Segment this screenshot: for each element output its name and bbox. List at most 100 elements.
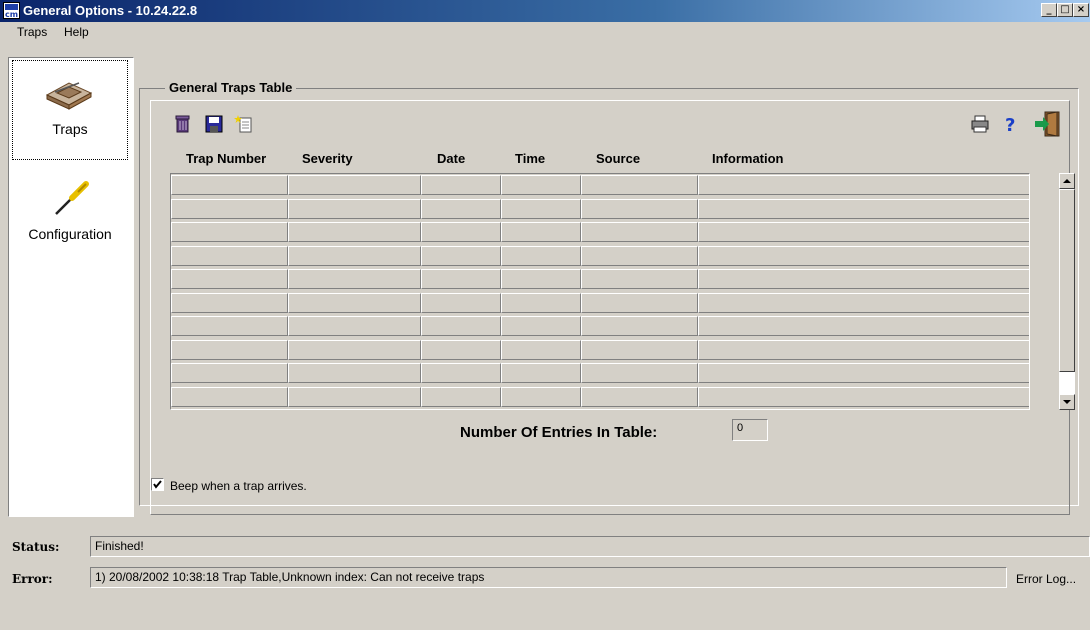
- scroll-down-button[interactable]: [1059, 394, 1075, 410]
- table-cell[interactable]: [171, 198, 288, 219]
- table-cell[interactable]: [698, 292, 1029, 313]
- sidebar-item-configuration[interactable]: Configuration: [12, 166, 128, 266]
- table-cell[interactable]: [171, 175, 288, 195]
- table-cell[interactable]: [501, 245, 581, 266]
- table-cell[interactable]: [581, 222, 698, 242]
- table-cell[interactable]: [581, 316, 698, 336]
- error-log-button[interactable]: Error Log...: [1016, 572, 1076, 586]
- table-cell[interactable]: [501, 363, 581, 383]
- table-cell[interactable]: [698, 222, 1029, 242]
- sidebar-item-label: Traps: [52, 121, 88, 137]
- table-cell[interactable]: [501, 292, 581, 313]
- table-cell[interactable]: [698, 339, 1029, 360]
- table-cell[interactable]: [698, 175, 1029, 195]
- table-scrollbar[interactable]: [1058, 173, 1075, 410]
- table-cell[interactable]: [698, 386, 1029, 407]
- table-cell[interactable]: [501, 269, 581, 289]
- column-header-severity[interactable]: Severity: [302, 151, 353, 166]
- table-cell[interactable]: [581, 269, 698, 289]
- table-cell[interactable]: [288, 245, 421, 266]
- table-cell[interactable]: [698, 198, 1029, 219]
- table-cell[interactable]: [288, 175, 421, 195]
- sidebar-item-label: Configuration: [28, 226, 112, 242]
- entries-count-label: Number Of Entries In Table:: [460, 424, 658, 441]
- column-header-trap-number[interactable]: Trap Number: [186, 151, 266, 166]
- table-cell[interactable]: [581, 339, 698, 360]
- table-cell[interactable]: [501, 175, 581, 195]
- column-header-time[interactable]: Time: [515, 151, 545, 166]
- sidebar: Traps Configuration: [8, 57, 134, 517]
- group-title: General Traps Table: [165, 80, 297, 95]
- new-document-icon[interactable]: [234, 113, 256, 135]
- table-cell[interactable]: [421, 175, 501, 195]
- column-header-date[interactable]: Date: [437, 151, 465, 166]
- menu-traps[interactable]: Traps: [17, 25, 47, 39]
- save-icon[interactable]: [203, 113, 225, 135]
- column-header-information[interactable]: Information: [712, 151, 784, 166]
- table-cell[interactable]: [171, 339, 288, 360]
- trap-icon: [45, 82, 93, 110]
- table-cell[interactable]: [288, 198, 421, 219]
- table-cell[interactable]: [171, 269, 288, 289]
- table-cell[interactable]: [501, 386, 581, 407]
- table-cell[interactable]: [581, 245, 698, 266]
- table-cell[interactable]: [581, 175, 698, 195]
- help-icon[interactable]: ?: [1000, 113, 1022, 135]
- print-icon[interactable]: [969, 113, 991, 135]
- scroll-thumb[interactable]: [1059, 189, 1075, 372]
- table-cell[interactable]: [698, 316, 1029, 336]
- table-cell[interactable]: [421, 363, 501, 383]
- checkmark-icon: [153, 480, 162, 489]
- table-cell[interactable]: [171, 292, 288, 313]
- table-cell[interactable]: [288, 222, 421, 242]
- table-cell[interactable]: [421, 292, 501, 313]
- arrow-up-icon: [1063, 179, 1071, 183]
- table-cell[interactable]: [171, 222, 288, 242]
- table-cell[interactable]: [288, 363, 421, 383]
- table-cell[interactable]: [421, 339, 501, 360]
- table-cell[interactable]: [698, 269, 1029, 289]
- table-cell[interactable]: [288, 292, 421, 313]
- table-cell[interactable]: [581, 363, 698, 383]
- table-cell[interactable]: [581, 292, 698, 313]
- entries-count-field: 0: [732, 419, 768, 441]
- column-header-source[interactable]: Source: [596, 151, 640, 166]
- table-cell[interactable]: [171, 363, 288, 383]
- table-cell[interactable]: [171, 316, 288, 336]
- close-button[interactable]: ×: [1073, 3, 1089, 17]
- table-cell[interactable]: [171, 386, 288, 407]
- table-cell[interactable]: [421, 269, 501, 289]
- table-cell[interactable]: [501, 339, 581, 360]
- table-cell[interactable]: [288, 316, 421, 336]
- menu-help[interactable]: Help: [64, 25, 89, 39]
- table-cell[interactable]: [421, 386, 501, 407]
- table-cell[interactable]: [288, 269, 421, 289]
- sidebar-item-traps[interactable]: Traps: [12, 60, 128, 160]
- table-cell[interactable]: [501, 222, 581, 242]
- table-cell[interactable]: [288, 386, 421, 407]
- screwdriver-icon: [55, 181, 89, 215]
- table-cell[interactable]: [421, 222, 501, 242]
- traps-table[interactable]: [170, 173, 1030, 410]
- table-cell[interactable]: [501, 316, 581, 336]
- table-cell[interactable]: [288, 339, 421, 360]
- table-cell[interactable]: [698, 363, 1029, 383]
- status-field: Finished!: [90, 536, 1090, 557]
- table-cell[interactable]: [171, 245, 288, 266]
- table-cell[interactable]: [581, 386, 698, 407]
- beep-checkbox-label[interactable]: Beep when a trap arrives.: [170, 479, 307, 493]
- arrow-down-icon: [1063, 400, 1071, 404]
- table-cell[interactable]: [421, 316, 501, 336]
- beep-checkbox[interactable]: [151, 478, 164, 491]
- table-cell[interactable]: [421, 198, 501, 219]
- table-cell[interactable]: [501, 198, 581, 219]
- table-cell[interactable]: [581, 198, 698, 219]
- table-cell[interactable]: [421, 245, 501, 266]
- minimize-button[interactable]: _: [1041, 3, 1057, 17]
- maximize-button[interactable]: □: [1057, 3, 1073, 17]
- app-icon[interactable]: cm: [3, 2, 20, 19]
- scroll-up-button[interactable]: [1059, 173, 1075, 189]
- delete-icon[interactable]: [172, 113, 194, 135]
- exit-icon[interactable]: [1033, 110, 1061, 138]
- table-cell[interactable]: [698, 245, 1029, 266]
